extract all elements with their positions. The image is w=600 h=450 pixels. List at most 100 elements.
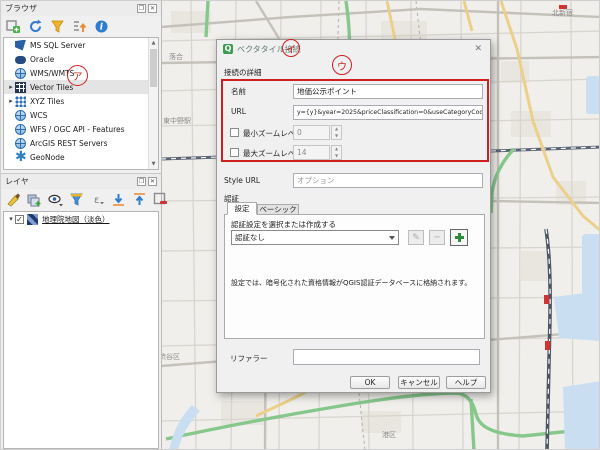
tab-settings[interactable]: 設定 bbox=[227, 202, 257, 215]
add-auth-button[interactable] bbox=[450, 229, 468, 246]
browser-item-label: Vector Tiles bbox=[30, 83, 73, 92]
collapse-all-layers-icon[interactable] bbox=[132, 192, 147, 207]
browser-panel-title: ブラウザ bbox=[5, 3, 135, 14]
scrollbar-thumb[interactable] bbox=[150, 49, 157, 87]
dialog-close-icon[interactable]: ✕ bbox=[472, 44, 484, 54]
map-label: 渋谷区 bbox=[161, 352, 180, 361]
browser-item-label: Oracle bbox=[30, 55, 54, 64]
browser-toolbar: i bbox=[1, 16, 161, 36]
mssql-icon bbox=[15, 40, 26, 51]
referer-label: リファラー bbox=[230, 353, 268, 364]
browser-float-icon[interactable]: ❐ bbox=[137, 4, 146, 13]
globe-icon bbox=[15, 138, 26, 149]
browser-item-label: XYZ Tiles bbox=[30, 97, 64, 106]
layer-row[interactable]: ▾ ✓ 地理院地図（淡色） bbox=[4, 212, 158, 226]
auth-note: 設定では、暗号化された資格情報がQGIS認証データベースに格納されます。 bbox=[231, 278, 476, 288]
style-url-input[interactable]: オプション bbox=[293, 173, 483, 188]
collapse-all-icon[interactable] bbox=[72, 19, 87, 34]
browser-panel-titlebar: ブラウザ ❐ ✕ bbox=[1, 1, 161, 16]
scroll-up-icon[interactable]: ▲ bbox=[149, 38, 158, 48]
browser-scrollbar[interactable]: ▲ ▼ bbox=[148, 38, 158, 169]
add-group-icon[interactable] bbox=[27, 192, 42, 207]
browser-item-wfs-ogc-api-features[interactable]: WFS / OGC API - Features bbox=[4, 122, 158, 136]
max-zoom-spinner[interactable]: ▲▼ bbox=[331, 145, 342, 160]
annotation-circle-a: ア bbox=[67, 65, 88, 86]
name-label: 名前 bbox=[231, 86, 246, 97]
filter-legend-icon[interactable] bbox=[69, 192, 84, 207]
annotation-circle-u: ウ bbox=[332, 55, 352, 75]
svg-text:i: i bbox=[100, 22, 104, 32]
globe-icon bbox=[15, 124, 26, 135]
browser-item-label: WCS bbox=[30, 111, 47, 120]
svg-text:ε: ε bbox=[94, 195, 99, 206]
cancel-button[interactable]: キャンセル bbox=[398, 376, 440, 389]
globe-icon bbox=[15, 68, 26, 79]
layers-toolbar: ε bbox=[1, 189, 161, 209]
edit-auth-button[interactable]: ✎ bbox=[408, 230, 424, 245]
layers-float-icon[interactable]: ❐ bbox=[137, 177, 146, 186]
vtiles-icon bbox=[15, 82, 26, 93]
refresh-icon[interactable] bbox=[28, 19, 43, 34]
filter-icon[interactable] bbox=[50, 19, 65, 34]
expander-icon[interactable]: ▸ bbox=[7, 83, 15, 91]
add-favorite-icon[interactable] bbox=[6, 19, 21, 34]
properties-info-icon[interactable]: i bbox=[94, 19, 109, 34]
min-zoom-spinner[interactable]: ▲▼ bbox=[331, 125, 342, 140]
layers-panel: レイヤ ❐ ✕ ε bbox=[1, 174, 162, 450]
browser-item-arcgis-rest-servers[interactable]: ArcGIS REST Servers bbox=[4, 136, 158, 150]
xyz-icon bbox=[15, 96, 26, 107]
layers-close-icon[interactable]: ✕ bbox=[148, 177, 157, 186]
auth-select-label: 認証設定を選択または作成する bbox=[231, 219, 336, 230]
browser-item-xyz-tiles[interactable]: ▸ XYZ Tiles bbox=[4, 94, 158, 108]
help-button[interactable]: ヘルプ bbox=[446, 376, 486, 389]
browser-close-icon[interactable]: ✕ bbox=[148, 4, 157, 13]
ok-button[interactable]: OK bbox=[350, 376, 390, 389]
annotation-circle-i: イ bbox=[282, 39, 300, 57]
browser-item-oracle[interactable]: Oracle bbox=[4, 52, 158, 66]
url-input[interactable]: y={y}&year=2025&priceClassification=0&us… bbox=[293, 105, 483, 120]
dialog-title: ベクタタイル接続 bbox=[237, 44, 472, 55]
browser-item-wcs[interactable]: WCS bbox=[4, 108, 158, 122]
max-zoom-checkbox[interactable] bbox=[230, 148, 239, 157]
map-label: 東中野駅 bbox=[163, 116, 191, 125]
map-label: 落合 bbox=[169, 52, 183, 61]
max-zoom-input[interactable]: 14 bbox=[293, 145, 330, 160]
browser-item-label: ArcGIS REST Servers bbox=[30, 139, 108, 148]
referer-input[interactable] bbox=[293, 349, 480, 365]
filter-expression-icon[interactable]: ε bbox=[90, 192, 105, 207]
connection-details-heading: 接続の詳細 bbox=[224, 67, 262, 78]
browser-tree: MS SQL ServerOracleWMS/WMTS▸Vector Tiles… bbox=[3, 37, 159, 170]
layers-panel-title: レイヤ bbox=[5, 176, 135, 187]
browser-item-label: MS SQL Server bbox=[30, 41, 85, 50]
min-zoom-input[interactable]: 0 bbox=[293, 125, 330, 140]
layer-checkbox[interactable]: ✓ bbox=[15, 215, 24, 224]
auth-config-combo[interactable]: 認証なし bbox=[231, 230, 399, 245]
name-input[interactable]: 地価公示ポイント bbox=[293, 84, 483, 99]
qgis-logo-icon: Q bbox=[223, 44, 233, 54]
remove-auth-button[interactable]: ─ bbox=[429, 230, 445, 245]
min-zoom-checkbox[interactable] bbox=[230, 128, 239, 137]
scroll-down-icon[interactable]: ▼ bbox=[149, 159, 158, 169]
dialog-titlebar[interactable]: Q ベクタタイル接続 ✕ bbox=[217, 40, 490, 58]
layers-tree: ▾ ✓ 地理院地図（淡色） bbox=[3, 211, 159, 449]
layer-name[interactable]: 地理院地図（淡色） bbox=[42, 214, 110, 225]
map-themes-eye-icon[interactable] bbox=[48, 192, 63, 207]
browser-panel: ブラウザ ❐ ✕ i MS SQL ServerOracleWMS/WMTS▸V… bbox=[1, 1, 162, 174]
tile-layer-icon bbox=[27, 214, 38, 225]
plus-icon bbox=[455, 233, 464, 242]
chevron-down-icon bbox=[389, 236, 395, 240]
expand-all-icon[interactable] bbox=[111, 192, 126, 207]
geonode-icon: ✱ bbox=[15, 152, 26, 163]
browser-item-label: WFS / OGC API - Features bbox=[30, 125, 125, 134]
expander-icon[interactable]: ▸ bbox=[7, 97, 15, 105]
browser-item-label: GeoNode bbox=[30, 153, 65, 162]
globe-icon bbox=[15, 110, 26, 121]
oracle-icon bbox=[15, 56, 26, 64]
layer-styling-icon[interactable] bbox=[6, 192, 21, 207]
qgis-window: 落合東中野駅北新宿渋谷区港区 ブラウザ ❐ ✕ i M bbox=[0, 0, 600, 450]
map-label: 港区 bbox=[382, 430, 396, 439]
layer-expander-icon[interactable]: ▾ bbox=[7, 215, 15, 223]
browser-item-ms-sql-server[interactable]: MS SQL Server bbox=[4, 38, 158, 52]
remove-layer-icon[interactable] bbox=[153, 192, 168, 207]
browser-item-geonode[interactable]: ✱ GeoNode bbox=[4, 150, 158, 164]
